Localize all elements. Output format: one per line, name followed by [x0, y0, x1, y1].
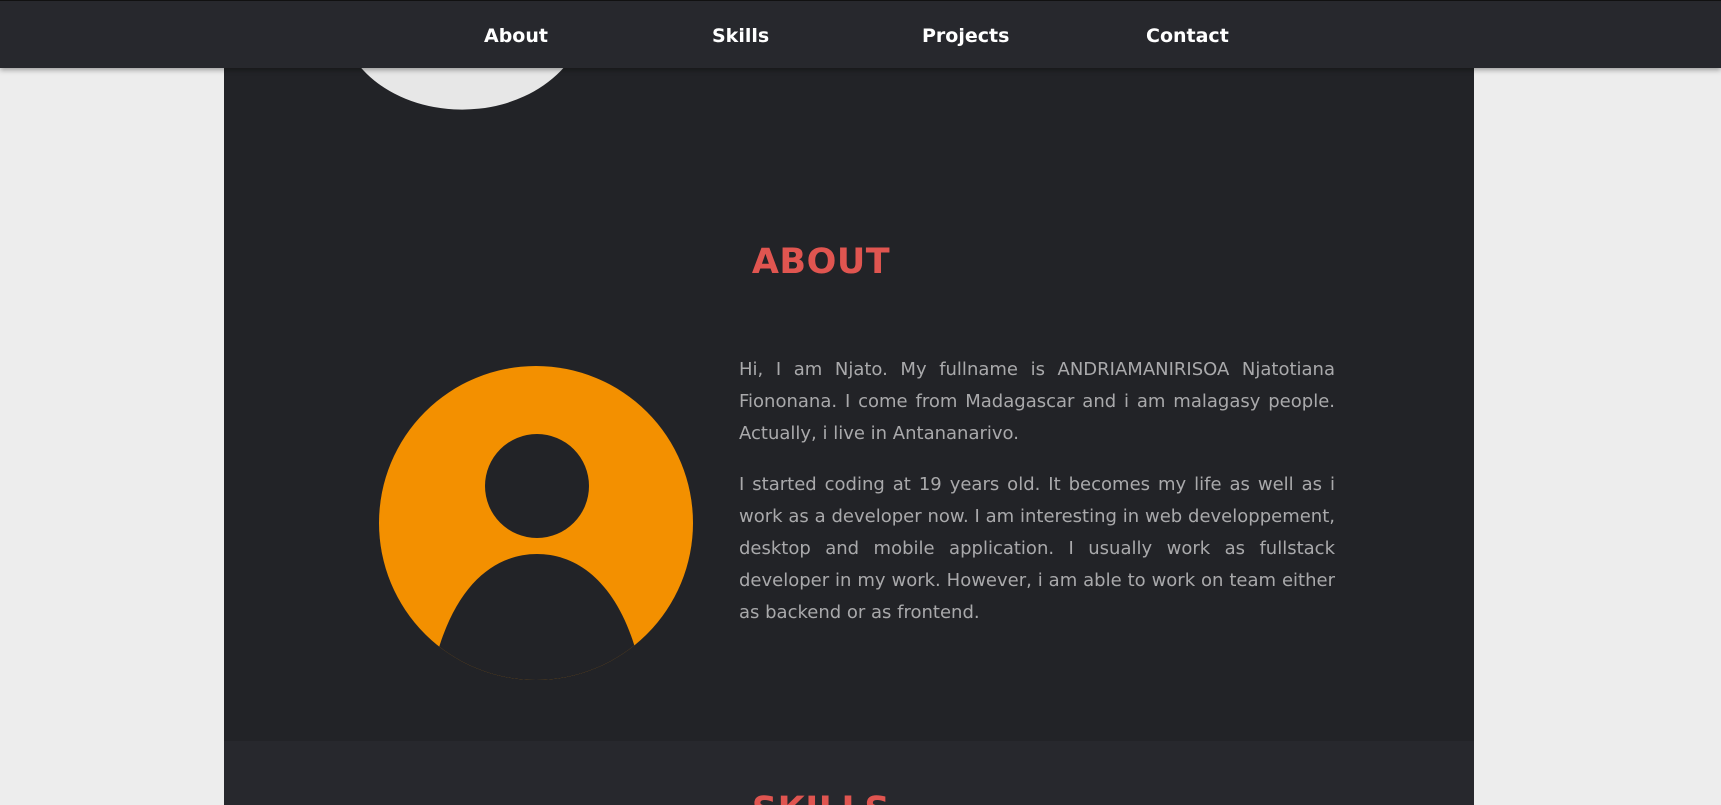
nav-link-skills[interactable]: Skills — [712, 1, 769, 71]
about-title: ABOUT — [751, 242, 891, 282]
about-paragraph-intro: Hi, I am Njato. My fullname is ANDRIAMAN… — [739, 359, 1335, 444]
nav-link-projects[interactable]: Projects — [922, 1, 1009, 71]
main-container: ABOUT Hi, I am Njato. My fullname is AND… — [224, 0, 1474, 805]
skills-title: SKILLS — [224, 790, 1474, 805]
top-navbar: About Skills Projects Contact — [0, 0, 1721, 68]
user-avatar-icon — [379, 366, 693, 680]
nav-link-contact[interactable]: Contact — [1146, 1, 1229, 71]
about-section: ABOUT Hi, I am Njato. My fullname is AND… — [224, 0, 1474, 741]
about-paragraph-coding: I started coding at 19 years old. It bec… — [739, 474, 1335, 623]
page: ABOUT Hi, I am Njato. My fullname is AND… — [0, 0, 1721, 805]
nav-link-about[interactable]: About — [484, 1, 548, 71]
about-text: Hi, I am Njato. My fullname is ANDRIAMAN… — [739, 354, 1335, 648]
